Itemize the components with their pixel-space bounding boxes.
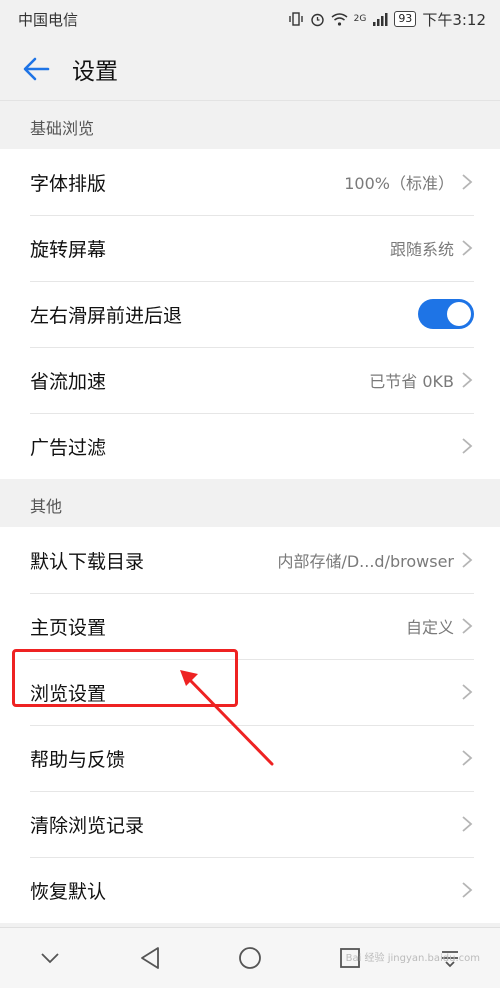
chevron-right-icon [462,552,473,568]
wifi-icon [331,12,348,26]
swipe-toggle[interactable] [418,299,474,329]
chevron-right-icon [462,750,473,766]
chevron-down-icon [41,953,59,964]
setting-value: 自定义 [405,618,454,637]
setting-row-swipe: 左右滑屏前进后退 [0,281,500,347]
setting-right: 内部存储/D...d/browser [277,548,474,572]
hide-nav-button[interactable] [20,928,80,988]
setting-row-help[interactable]: 帮助与反馈 [0,725,500,791]
status-bar: 中国电信 2G 93 下午3:12 [0,0,500,38]
page-title: 设置 [72,59,118,85]
chevron-right-icon [462,372,473,388]
setting-row-download-dir[interactable]: 默认下载目录 内部存储/D...d/browser [0,527,500,593]
setting-row-clear-history[interactable]: 清除浏览记录 [0,791,500,857]
setting-value: 跟随系统 [389,240,454,259]
setting-right: 跟随系统 [390,236,474,260]
chevron-right-icon [462,438,473,454]
setting-label: 默认下载目录 [30,550,145,573]
nav-back-button[interactable] [120,928,180,988]
network-type-label: 2G [353,14,367,24]
setting-label: 旋转屏幕 [30,238,107,261]
chevron-right-icon [462,882,473,898]
setting-right [460,748,474,768]
setting-right [460,880,474,900]
setting-row-browse-settings[interactable]: 浏览设置 [0,659,500,725]
clock-label: 下午3:12 [422,10,486,29]
battery-indicator: 93 [394,11,417,27]
setting-value: 100%（标准） [344,174,454,193]
setting-right: 已节省 0KB [369,368,474,392]
setting-row-reset[interactable]: 恢复默认 [0,857,500,923]
setting-label: 帮助与反馈 [30,748,126,771]
setting-label: 广告过滤 [30,436,107,459]
section-card-other: 默认下载目录 内部存储/D...d/browser 主页设置 自定义 浏览设置 … [0,527,500,923]
back-button[interactable] [0,38,72,100]
nav-home-button[interactable] [220,928,280,988]
setting-right [460,436,474,456]
back-arrow-icon [23,57,50,81]
setting-row-rotate[interactable]: 旋转屏幕 跟随系统 [0,215,500,281]
chevron-right-icon [462,684,473,700]
vibrate-icon [288,12,303,26]
setting-row-homepage[interactable]: 主页设置 自定义 [0,593,500,659]
watermark: Bai 经验 jingyan.baidu.com [345,953,480,964]
setting-row-ad-filter[interactable]: 广告过滤 [0,413,500,479]
chevron-right-icon [462,240,473,256]
toggle-knob [447,302,471,326]
home-circle-icon [239,947,261,969]
section-header-basic: 基础浏览 [30,119,95,138]
setting-right [460,814,474,834]
setting-label: 左右滑屏前进后退 [30,304,183,327]
chevron-right-icon [462,618,473,634]
setting-label: 浏览设置 [30,682,107,705]
setting-label: 恢复默认 [30,880,107,903]
setting-row-font[interactable]: 字体排版 100%（标准） [0,149,500,215]
setting-row-data-saver[interactable]: 省流加速 已节省 0KB [0,347,500,413]
chevron-right-icon [462,174,473,190]
back-triangle-icon [141,947,159,969]
alarm-icon [310,13,324,26]
setting-value: 内部存储/D...d/browser [277,552,454,571]
setting-right [460,682,474,702]
status-icons: 2G 93 下午3:12 [288,9,486,30]
chevron-right-icon [462,816,473,832]
setting-label: 字体排版 [30,172,107,195]
top-bar: 设置 [0,38,500,100]
section-card-basic: 字体排版 100%（标准） 旋转屏幕 跟随系统 左右滑屏前进后退 省流加速 已节… [0,149,500,479]
setting-label: 清除浏览记录 [30,814,145,837]
setting-label: 主页设置 [30,616,107,639]
setting-right: 100%（标准） [344,170,474,194]
setting-label: 省流加速 [30,370,107,393]
carrier-label: 中国电信 [18,10,79,29]
setting-right: 自定义 [406,614,474,638]
signal-icon [373,12,388,26]
setting-value: 已节省 0KB [369,372,454,391]
section-header-other: 其他 [30,497,63,516]
